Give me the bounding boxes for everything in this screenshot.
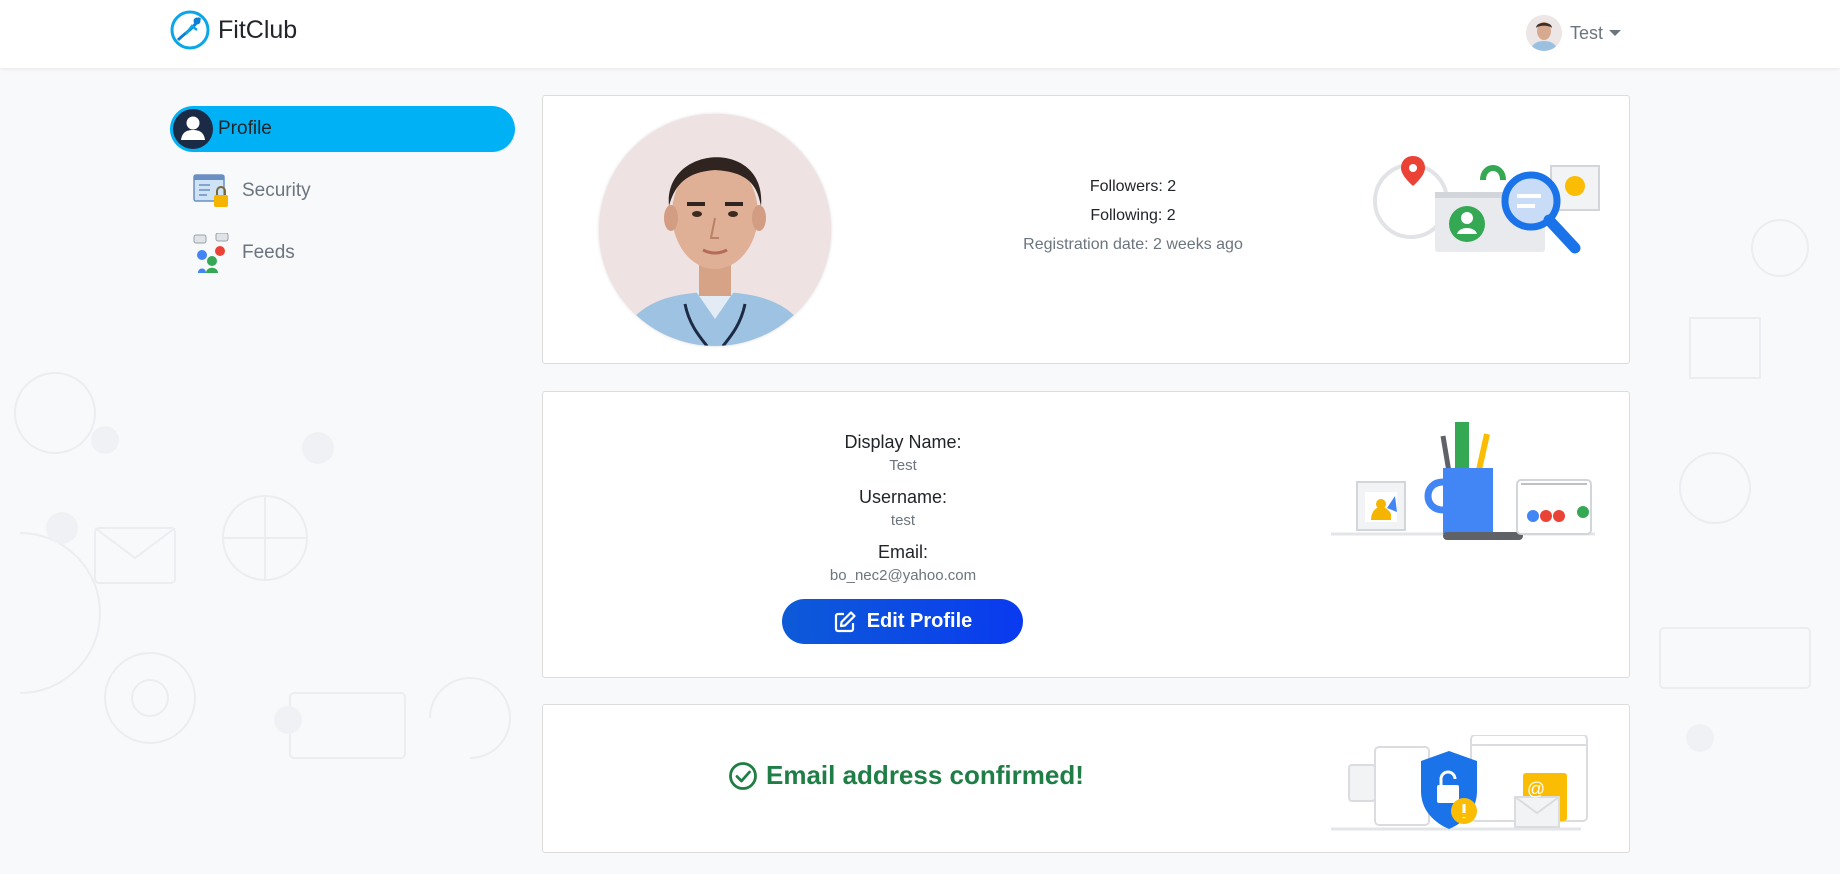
email-confirmed-status: Email address confirmed! <box>728 760 1084 791</box>
security-email-illustration: @ <box>1331 735 1588 831</box>
profile-search-illustration <box>1373 156 1600 254</box>
email-value: bo_nec2@yahoo.com <box>829 567 977 584</box>
caret-down-icon <box>1609 30 1622 36</box>
top-navbar: FitClub Test <box>0 0 1840 68</box>
sidebar-item-label: Profile <box>218 118 272 139</box>
sidebar-item-profile[interactable]: Profile <box>170 106 515 152</box>
svg-text:@: @ <box>1527 779 1545 799</box>
desk-illustration <box>1331 422 1595 540</box>
email-confirmed-text: Email address confirmed! <box>766 760 1084 790</box>
security-icon <box>193 174 228 207</box>
user-dropdown-toggle[interactable]: Test <box>1526 14 1622 52</box>
edit-profile-label: Edit Profile <box>866 610 973 632</box>
following-count: Following: 2 <box>1090 207 1176 224</box>
profile-stats: Followers: 2 Following: 2 Registration d… <box>943 172 1323 259</box>
display-name-label: Display Name: <box>844 432 962 452</box>
brand-name: FitClub <box>218 15 298 44</box>
edit-icon <box>834 610 856 632</box>
followers-count: Followers: 2 <box>1089 178 1177 195</box>
username-value: test <box>890 512 916 529</box>
profile-details-card: Display Name: Test Username: test Email:… <box>542 391 1630 678</box>
fitclub-logo-icon <box>170 10 210 50</box>
sidebar-item-label: Feeds <box>242 242 295 263</box>
registration-date: Registration date: 2 weeks ago <box>1023 236 1243 253</box>
profile-summary-card: Followers: 2 Following: 2 Registration d… <box>542 95 1630 364</box>
feeds-icon <box>193 233 229 273</box>
email-status-card: Email address confirmed! @ <box>542 704 1630 853</box>
sidebar-item-label: Security <box>242 180 311 201</box>
display-name-value: Test <box>889 457 917 474</box>
user-avatar <box>1526 15 1562 51</box>
check-circle-icon <box>729 761 757 790</box>
user-name: Test <box>1570 22 1604 43</box>
brand-home-link[interactable]: FitClub <box>170 10 297 50</box>
profile-details: Display Name: Test Username: test Email:… <box>743 430 1063 595</box>
username-label: Username: <box>858 487 948 507</box>
profile-icon <box>173 109 213 149</box>
email-label: Email: <box>877 542 928 562</box>
sidebar-item-security[interactable]: Security <box>170 168 515 214</box>
profile-photo <box>599 114 831 346</box>
sidebar-item-feeds[interactable]: Feeds <box>170 230 515 276</box>
sidebar-nav: Profile Security Feeds <box>170 106 515 292</box>
edit-profile-button[interactable]: Edit Profile <box>782 599 1023 644</box>
